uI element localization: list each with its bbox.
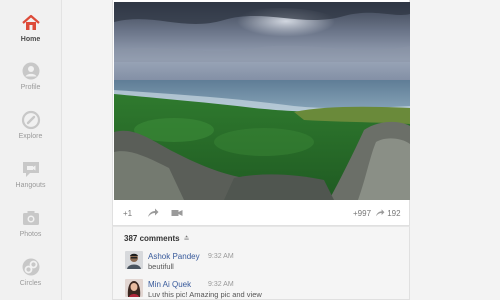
nav-item-explore[interactable]: Explore xyxy=(0,101,61,147)
nav-label-profile: Profile xyxy=(20,84,41,91)
post-photo[interactable] xyxy=(114,2,410,200)
comment-text: beutifull xyxy=(148,262,174,271)
share-count-icon xyxy=(376,209,385,217)
share-icon[interactable] xyxy=(147,208,159,218)
comment-author[interactable]: Min Ai Quek xyxy=(148,280,191,289)
share-count-value: 192 xyxy=(387,209,401,218)
comment-item: Min Ai Quek 9:32 AM Luv this pic! Amazin… xyxy=(124,279,404,303)
nav-label-explore: Explore xyxy=(18,133,43,140)
nav-item-photos[interactable]: Photos xyxy=(0,199,61,245)
nav-label-home: Home xyxy=(20,36,41,43)
explore-icon xyxy=(21,110,40,130)
nav-item-profile[interactable]: Profile xyxy=(0,52,61,98)
avatar[interactable] xyxy=(125,279,143,297)
comment-author[interactable]: Ashok Pandey xyxy=(148,252,200,261)
hangout-video-icon[interactable] xyxy=(171,208,183,218)
coastal-landscape-image xyxy=(114,2,410,200)
nav-item-home[interactable]: Home xyxy=(0,4,61,50)
profile-icon xyxy=(22,62,39,80)
post-card: +1 +997 192 xyxy=(112,0,410,226)
nav-label-circles: Circles xyxy=(19,280,42,287)
sidebar-nav: Home Profile Explore Hangouts Photos Cir… xyxy=(0,0,62,300)
comments-toggle[interactable]: 387 comments ≛ xyxy=(124,234,189,243)
comment-item: Ashok Pandey 9:32 AM beutifull xyxy=(124,251,404,275)
comments-count: 387 comments xyxy=(124,234,180,243)
chevron-down-icon: ≛ xyxy=(183,236,190,243)
comment-time: 9:32 AM xyxy=(208,253,234,260)
post-action-bar: +1 +997 192 xyxy=(113,202,411,224)
circles-icon xyxy=(22,258,39,276)
nav-item-circles[interactable]: Circles xyxy=(0,248,61,294)
home-icon xyxy=(21,14,40,30)
nav-item-hangouts[interactable]: Hangouts xyxy=(0,150,61,196)
photos-icon xyxy=(22,211,39,225)
plus-one-button[interactable]: +1 xyxy=(123,209,132,218)
comment-time: 9:32 AM xyxy=(208,281,234,288)
user-avatar-icon xyxy=(125,279,143,297)
hangouts-icon xyxy=(22,162,39,177)
nav-label-hangouts: Hangouts xyxy=(15,182,46,189)
plus-one-count[interactable]: +997 xyxy=(353,209,371,218)
nav-label-photos: Photos xyxy=(19,231,42,238)
comments-section: 387 comments ≛ Ashok Pandey 9:32 AM beuti… xyxy=(112,226,410,300)
share-count[interactable]: 192 xyxy=(375,209,401,218)
user-avatar-icon xyxy=(125,251,143,269)
avatar[interactable] xyxy=(125,251,143,269)
comment-text: Luv this pic! Amazing pic and view xyxy=(148,290,262,299)
